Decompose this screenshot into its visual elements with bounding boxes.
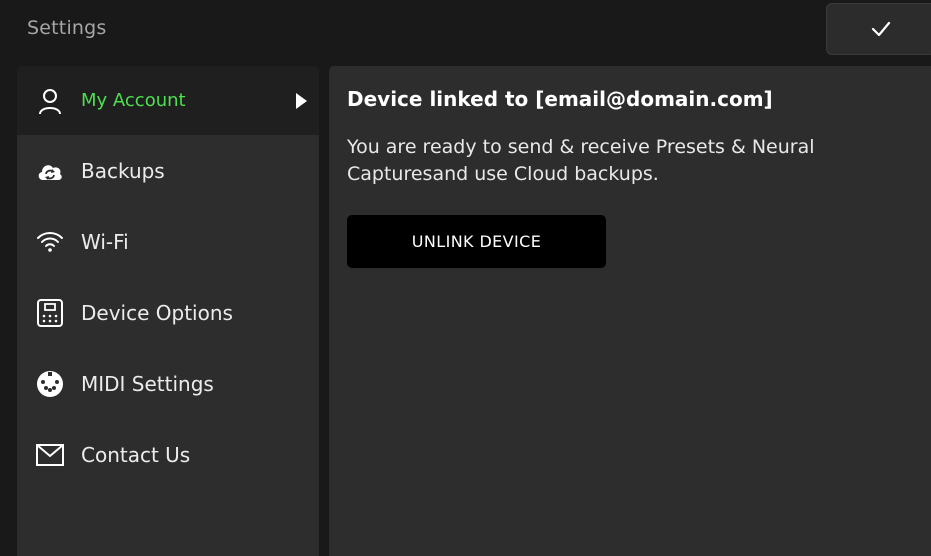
- midi-icon: [35, 369, 65, 399]
- account-panel: Device linked to [email@domain.com] You …: [329, 66, 931, 556]
- sidebar-item-contact-us[interactable]: Contact Us: [17, 419, 319, 490]
- sidebar-item-label: MIDI Settings: [81, 371, 214, 396]
- check-icon: [871, 21, 891, 37]
- sidebar-item-backups[interactable]: Backups: [17, 135, 319, 206]
- device-icon: [35, 298, 65, 328]
- account-status-title: Device linked to [email@domain.com]: [347, 87, 773, 111]
- unlink-device-button[interactable]: UNLINK DEVICE: [347, 215, 606, 268]
- header-title: Settings: [27, 17, 107, 39]
- sidebar-item-label: Backups: [81, 158, 165, 183]
- sidebar-item-label: My Account: [81, 90, 186, 111]
- mail-icon: [35, 440, 65, 470]
- wifi-icon: [35, 227, 65, 257]
- sidebar-item-label: Wi-Fi: [81, 229, 129, 254]
- settings-sidebar: My Account Backups Wi-Fi Device Options …: [17, 66, 319, 556]
- sidebar-item-my-account[interactable]: My Account: [17, 66, 319, 135]
- user-icon: [35, 86, 65, 116]
- chevron-right-icon: [296, 92, 307, 109]
- sidebar-item-label: Device Options: [81, 300, 233, 325]
- sidebar-item-label: Contact Us: [81, 442, 191, 467]
- sidebar-item-device-options[interactable]: Device Options: [17, 277, 319, 348]
- sidebar-item-midi-settings[interactable]: MIDI Settings: [17, 348, 319, 419]
- confirm-button[interactable]: [826, 3, 931, 55]
- sidebar-item-wifi[interactable]: Wi-Fi: [17, 206, 319, 277]
- cloud-sync-icon: [35, 156, 65, 186]
- account-status-description: You are ready to send & receive Presets …: [347, 136, 815, 185]
